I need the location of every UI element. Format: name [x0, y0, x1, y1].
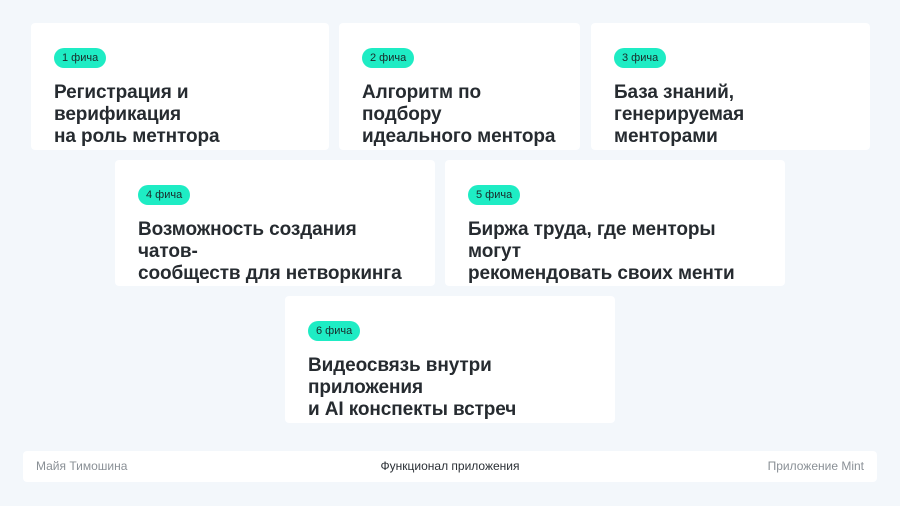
feature-card-2: 2 фича Алгоритм по подбору идеального ме…	[339, 23, 580, 150]
feature-badge: 4 фича	[138, 185, 191, 205]
feature-title-line: генерируемая менторами	[614, 104, 745, 147]
feature-badge: 2 фича	[362, 48, 415, 68]
feature-title-line: Возможность создания чатов-	[138, 219, 357, 262]
footer-section-title: Функционал приложения	[380, 459, 520, 473]
feature-title-line: идеального ментора	[362, 126, 556, 147]
feature-title-line: сообществ для нетворкинга	[138, 263, 402, 284]
feature-card-3: 3 фича База знаний, генерируемая ментора…	[591, 23, 870, 150]
feature-title-line: Видеосвязь внутри приложения	[308, 355, 492, 398]
feature-title-line: и AI конспекты встреч	[308, 399, 517, 420]
footer-app-name: Приложение Mint	[767, 459, 864, 473]
feature-title-line: Алгоритм по подбору	[362, 82, 481, 125]
feature-title: Возможность создания чатов- сообществ дл…	[138, 219, 413, 285]
feature-card-6: 6 фича Видеосвязь внутри приложения и AI…	[285, 296, 615, 423]
feature-title: База знаний, генерируемая менторами	[614, 82, 848, 148]
feature-title-line: рекомендовать своих менти	[468, 263, 735, 284]
feature-title-line: на роль метнтора	[54, 126, 220, 147]
feature-badge: 3 фича	[614, 48, 667, 68]
feature-card-5: 5 фича Биржа труда, где менторы могут ре…	[445, 160, 785, 286]
footer-bar: Майя Тимошина Функционал приложения Прил…	[23, 451, 877, 482]
feature-title-line: Биржа труда, где менторы могут	[468, 219, 716, 262]
feature-card-4: 4 фича Возможность создания чатов- сообщ…	[115, 160, 435, 286]
feature-title-line: База знаний,	[614, 82, 734, 103]
feature-title-line: Регистрация и верификация	[54, 82, 189, 125]
feature-badge: 6 фича	[308, 321, 361, 341]
feature-badge: 1 фича	[54, 48, 107, 68]
feature-card-1: 1 фича Регистрация и верификация на роль…	[31, 23, 329, 150]
feature-title: Биржа труда, где менторы могут рекомендо…	[468, 219, 763, 285]
feature-badge: 5 фича	[468, 185, 521, 205]
feature-title: Видеосвязь внутри приложения и AI конспе…	[308, 355, 593, 421]
feature-title: Регистрация и верификация на роль метнто…	[54, 82, 307, 148]
feature-title: Алгоритм по подбору идеального ментора	[362, 82, 558, 148]
